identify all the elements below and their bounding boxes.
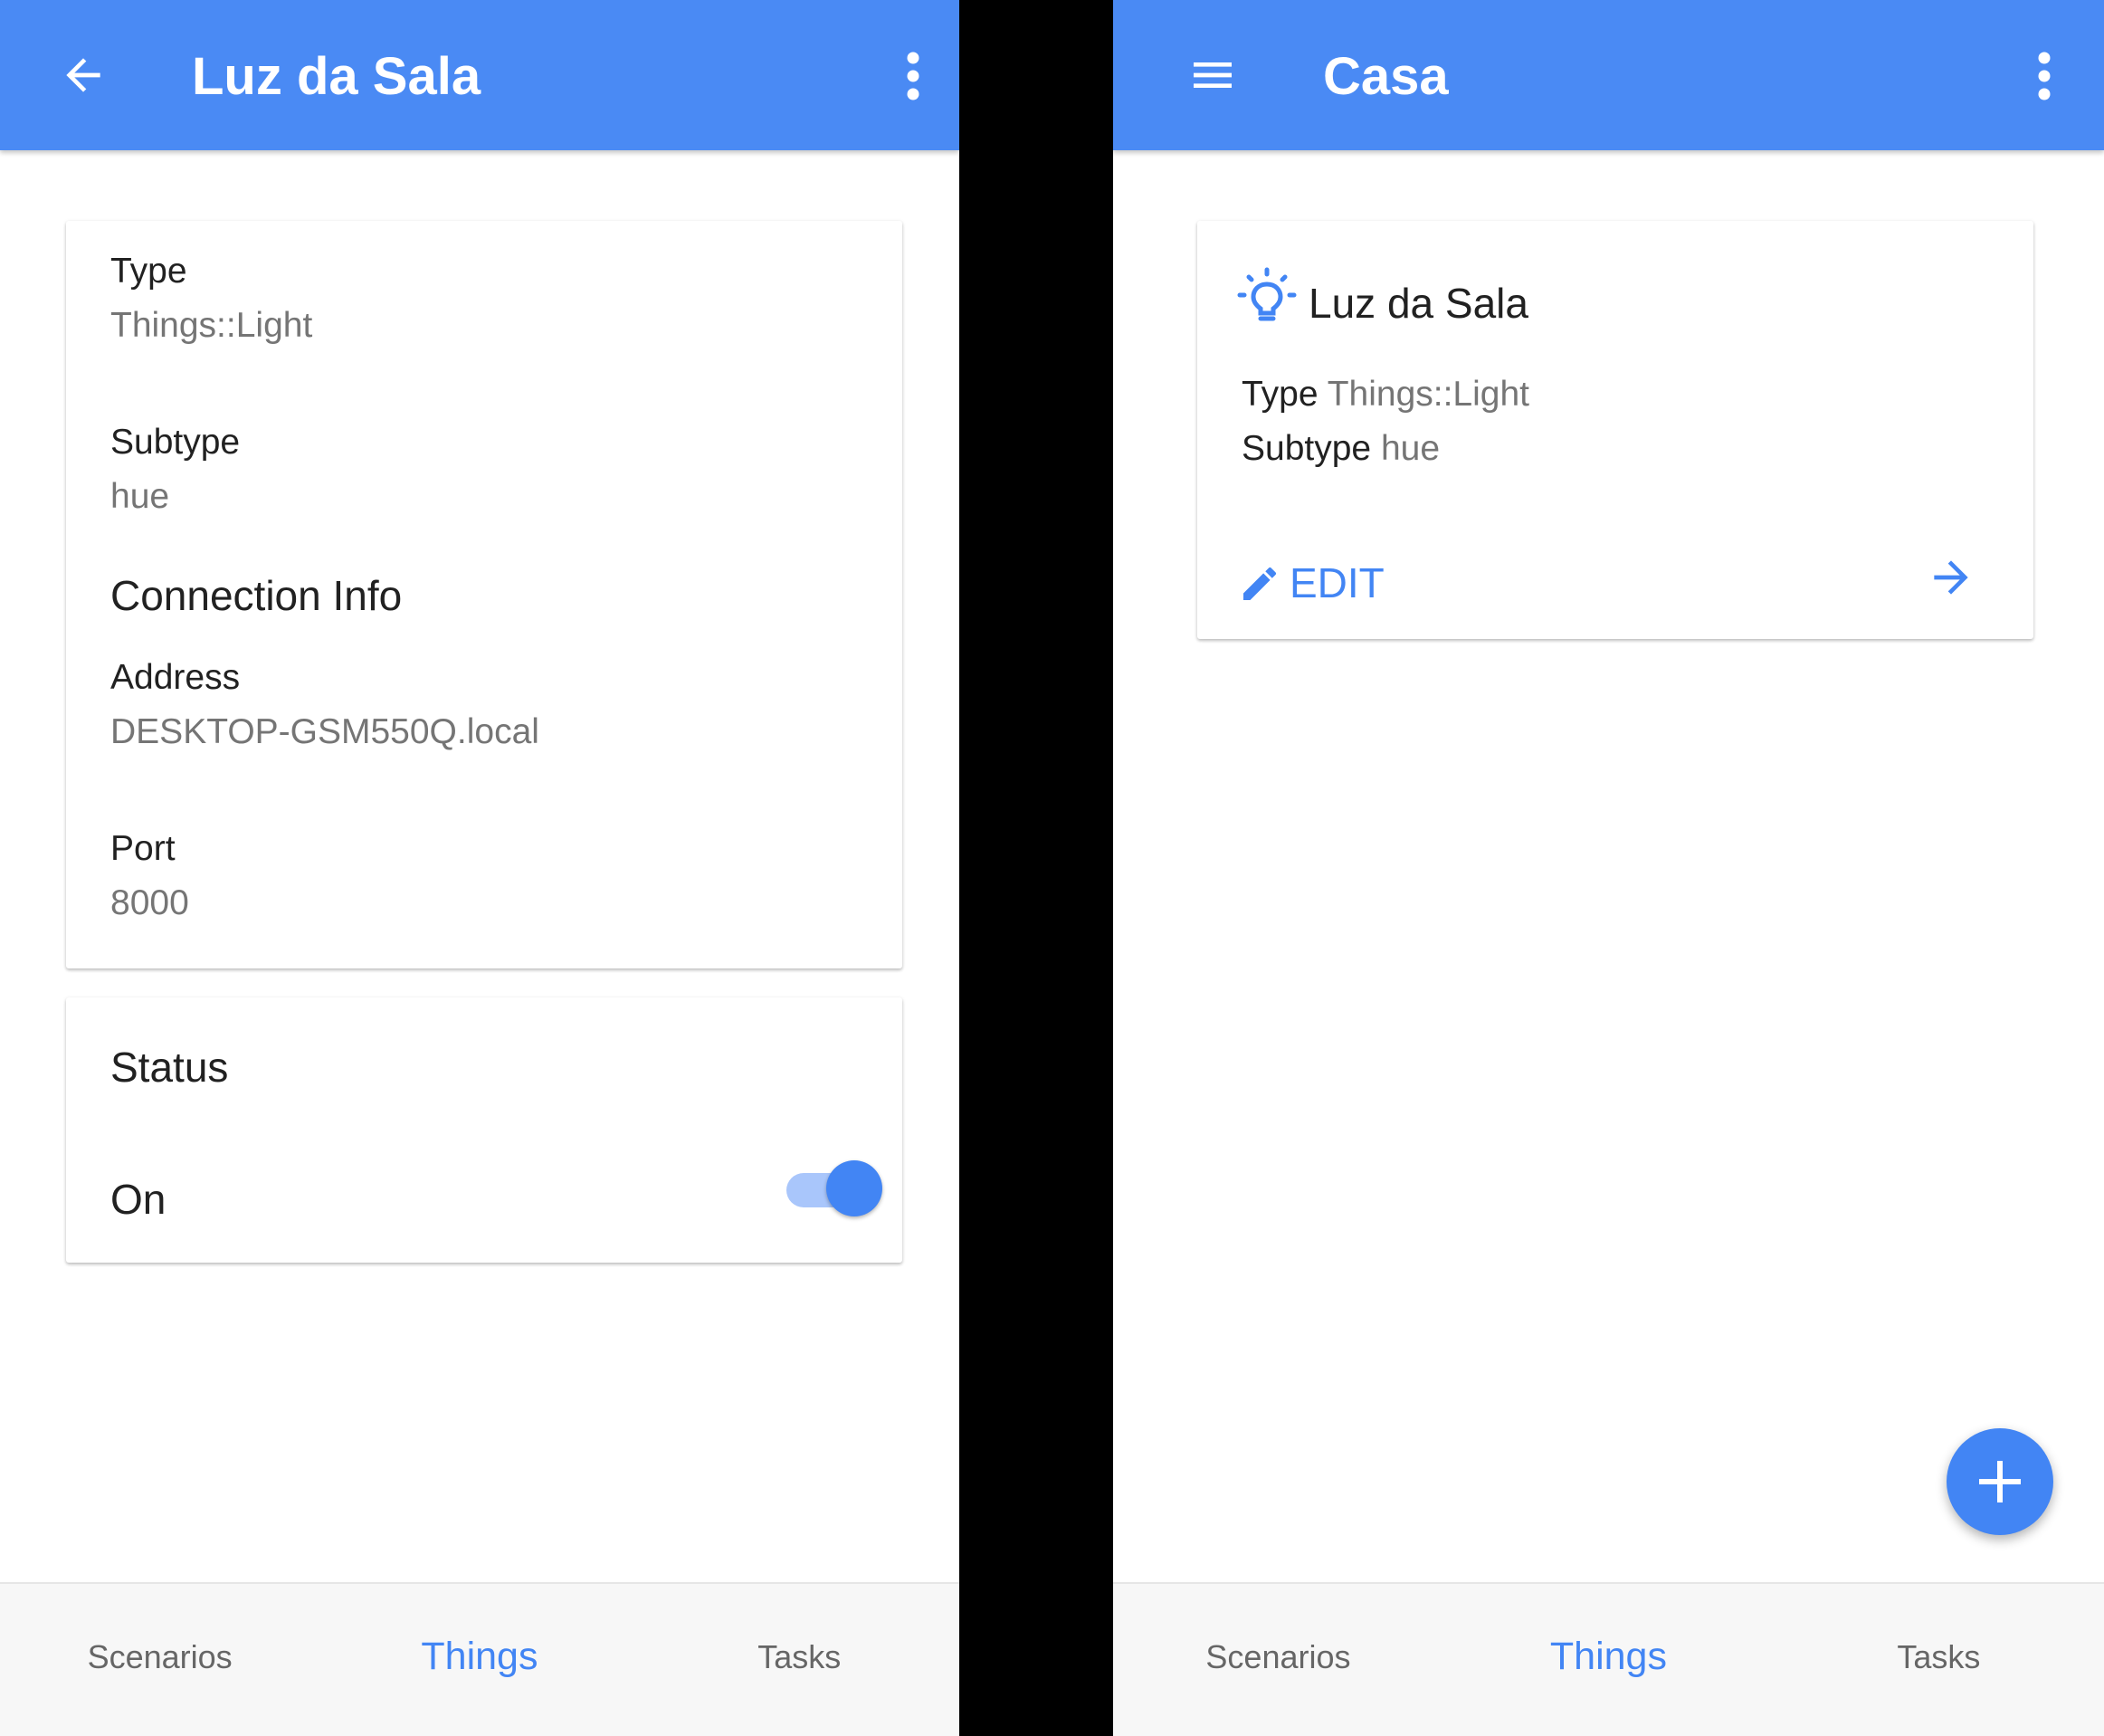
more-vert-icon[interactable] (906, 51, 920, 101)
bottom-navigation: Scenarios Things Tasks (0, 1582, 959, 1736)
things-list-screen: Casa Luz da Sala Type Things::Light Subt… (1113, 0, 2104, 1736)
address-value: DESKTOP-GSM550Q.local (110, 712, 539, 751)
status-card: Status On (66, 997, 902, 1263)
thing-subtype-line: Subtype hue (1242, 429, 1440, 469)
arrow-back-icon[interactable] (58, 50, 109, 100)
status-toggle[interactable] (781, 1160, 886, 1216)
subtype-label: Subtype (110, 423, 241, 462)
port-value: 8000 (110, 883, 189, 922)
thing-type-label: Type (1242, 375, 1319, 414)
subtype-value: hue (110, 477, 170, 516)
more-vert-icon[interactable] (2037, 51, 2052, 101)
type-label: Type (110, 252, 187, 291)
connection-info-heading: Connection Info (110, 572, 403, 619)
edit-label: EDIT (1290, 559, 1385, 606)
app-bar: Luz da Sala (0, 0, 959, 150)
tab-things[interactable]: Things (1443, 1635, 1774, 1679)
plus-icon (1973, 1455, 2027, 1509)
address-label: Address (110, 658, 241, 697)
thing-type-line: Type Things::Light (1242, 375, 1529, 415)
thing-subtype-label: Subtype (1242, 429, 1372, 468)
tab-tasks[interactable]: Tasks (640, 1638, 959, 1676)
lightbulb-icon (1237, 266, 1297, 326)
type-value: Things::Light (110, 306, 313, 345)
thing-detail-screen: Luz da Sala Type Things::Light Subtype h… (0, 0, 959, 1736)
app-bar: Casa (1113, 0, 2104, 150)
thing-subtype-value: hue (1380, 429, 1441, 468)
thing-type-value: Things::Light (1327, 375, 1530, 414)
tab-scenarios[interactable]: Scenarios (0, 1638, 319, 1676)
page-title: Casa (1323, 47, 1449, 106)
add-thing-button[interactable] (1947, 1428, 2053, 1535)
toggle-thumb (826, 1160, 882, 1216)
tab-scenarios[interactable]: Scenarios (1113, 1638, 1443, 1676)
arrow-forward-icon[interactable] (1926, 552, 1976, 603)
thing-name: Luz da Sala (1309, 280, 1528, 327)
tab-tasks[interactable]: Tasks (1774, 1638, 2104, 1676)
status-heading: Status (110, 1044, 229, 1091)
status-state-label: On (110, 1176, 167, 1223)
thing-card[interactable]: Luz da Sala Type Things::Light Subtype h… (1197, 221, 2033, 639)
port-label: Port (110, 829, 176, 868)
tab-things[interactable]: Things (319, 1635, 639, 1679)
thing-details-card: Type Things::Light Subtype hue Connectio… (66, 221, 902, 968)
bottom-navigation: Scenarios Things Tasks (1113, 1582, 2104, 1736)
menu-icon[interactable] (1187, 50, 1238, 100)
page-title: Luz da Sala (192, 47, 481, 106)
pencil-icon (1238, 562, 1281, 606)
